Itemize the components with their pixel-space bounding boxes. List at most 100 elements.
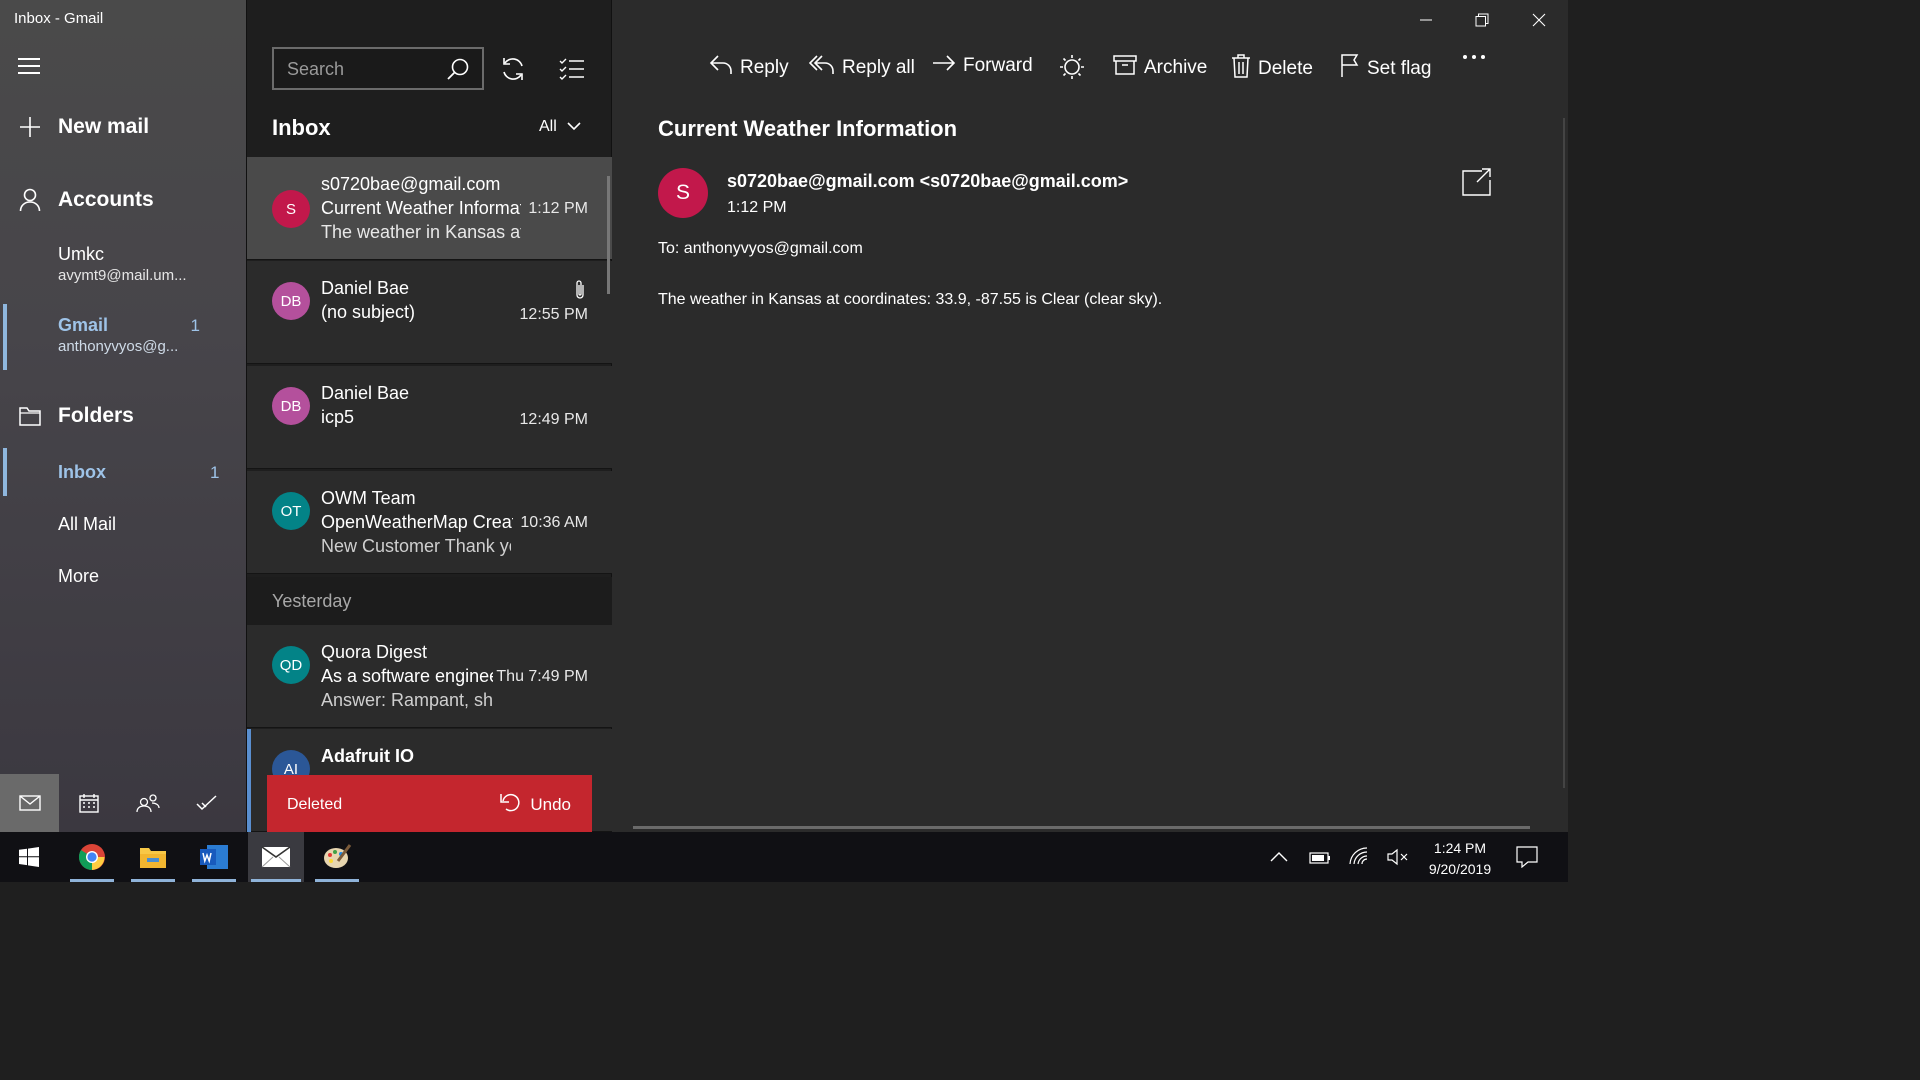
new-mail-button[interactable]: New mail [18,115,149,139]
folder-more[interactable]: More [58,566,99,587]
forward-label: Forward [963,55,1033,76]
message-item[interactable]: DB Daniel Bae (no subject) 12:55 PM [247,261,612,364]
message-item[interactable]: DB Daniel Bae icp5 12:49 PM [247,366,612,469]
paint-icon[interactable] [312,832,362,882]
account-gmail[interactable]: Gmail anthonyvyos@g... [58,315,228,355]
message-time: Thu 7:49 PM [496,668,588,685]
sidebar: Inbox - Gmail New mail Accounts Umkc avy… [0,0,246,832]
message-sender: Daniel Bae [321,383,410,403]
message-item[interactable]: OT OWM Team OpenWeatherMap Create New Cu… [247,471,612,574]
filter-dropdown[interactable]: All [539,118,581,136]
vertical-scrollbar[interactable] [1563,118,1565,788]
accounts-button[interactable]: Accounts [18,188,154,212]
message-subject: Current Weather Information [321,198,521,218]
message-sender: OWM Team [321,488,416,508]
list-title: Inbox [272,115,331,140]
message-time: 12:49 PM [519,411,588,428]
show-hidden-icons-chevron-up-icon[interactable] [1270,849,1288,867]
battery-icon[interactable] [1309,851,1331,869]
avatar: S [272,190,310,228]
message-item[interactable]: QD Quora Digest As a software engineer A… [247,625,612,728]
message-preview: Answer: Rampant, sh [321,690,494,710]
wifi-icon[interactable] [1349,847,1369,870]
reading-pane: Reply Reply all Forward Archive Delete S… [612,0,1568,832]
bottom-nav [0,774,246,832]
archive-label: Archive [1144,57,1208,78]
todo-icon[interactable] [177,774,236,832]
file-explorer-icon[interactable] [128,832,178,882]
folder-selection-indicator [3,448,7,496]
more-options-icon[interactable] [1462,54,1486,60]
reply-button[interactable]: Reply [709,54,789,82]
undo-button[interactable]: Undo [499,791,571,818]
people-icon[interactable] [118,774,177,832]
account-unread-count: 1 [190,316,200,335]
avatar: DB [272,387,310,425]
restore-icon[interactable] [1470,8,1494,32]
message-time: 12:55 PM [519,306,588,323]
trash-icon [1231,54,1251,84]
account-name: Gmail [58,315,109,335]
forward-button[interactable]: Forward [932,54,1033,78]
delete-button[interactable]: Delete [1231,54,1313,84]
action-center-icon[interactable] [1516,846,1538,873]
undo-icon [499,791,521,818]
set-flag-button[interactable]: Set flag [1340,54,1431,84]
theme-toggle-button[interactable] [1059,54,1085,86]
window-title: Inbox - Gmail [14,10,104,27]
start-windows-icon[interactable] [4,832,54,882]
message-subject: As a software engineer [321,666,493,686]
reply-icon [709,54,733,82]
message-time: 10:36 AM [520,514,588,531]
message-subject-heading: Current Weather Information [658,116,958,141]
delete-label: Delete [1258,58,1313,79]
group-header-yesterday: Yesterday [247,577,612,625]
folder-inbox[interactable]: Inbox [58,462,106,483]
folders-label: Folders [58,404,134,427]
message-preview: New Customer Thank you [321,536,511,556]
sync-icon[interactable] [499,55,527,83]
toast-text: Deleted [287,796,343,813]
archive-button[interactable]: Archive [1113,54,1207,82]
mail-app-icon[interactable] [248,832,304,882]
sender-avatar: S [658,168,708,218]
account-umkc[interactable]: Umkc avymt9@mail.um... [58,244,228,284]
horizontal-scrollbar[interactable] [633,826,1530,829]
reply-label: Reply [740,57,789,78]
sender-address[interactable]: s0720bae@gmail.com <s0720bae@gmail.com> [727,171,1128,192]
message-body: The weather in Kansas at coordinates: 33… [658,291,1163,308]
calendar-icon[interactable] [59,774,118,832]
person-icon [18,188,42,212]
new-mail-label: New mail [58,115,150,138]
message-list: Search Inbox All S s0720bae@gmail.com Cu… [246,0,612,832]
folder-icon [18,404,42,428]
minimize-icon[interactable] [1414,8,1438,32]
folders-button[interactable]: Folders [18,404,134,428]
volume-muted-icon[interactable] [1387,848,1409,871]
message-item[interactable]: S s0720bae@gmail.com Current Weather Inf… [247,157,612,260]
close-icon[interactable] [1527,8,1551,32]
folder-all-mail[interactable]: All Mail [58,514,116,535]
recipient-line: To: anthonyvyos@gmail.com [658,240,863,257]
list-scrollbar[interactable] [607,176,610,294]
open-in-new-window-icon[interactable] [1462,168,1492,201]
search-input[interactable]: Search [272,47,484,90]
forward-icon [932,54,956,78]
message-subject: OpenWeatherMap Create [321,512,513,532]
avatar: QD [272,646,310,684]
hamburger-menu-icon[interactable] [18,58,40,76]
account-email: anthonyvyos@g... [58,338,179,355]
message-time: 1:12 PM [528,200,588,217]
selection-mode-icon[interactable] [558,55,586,83]
mail-icon[interactable] [0,774,59,832]
group-header-label: Yesterday [272,591,352,611]
avatar: DB [272,282,310,320]
search-icon[interactable] [446,57,470,86]
chrome-icon[interactable] [67,832,117,882]
reply-all-button[interactable]: Reply all [808,54,915,82]
sent-time: 1:12 PM [727,199,787,216]
account-selection-indicator [3,304,7,370]
undo-label: Undo [530,794,571,814]
word-icon[interactable] [189,832,239,882]
system-clock[interactable]: 1:24 PM 9/20/2019 [1416,838,1504,880]
